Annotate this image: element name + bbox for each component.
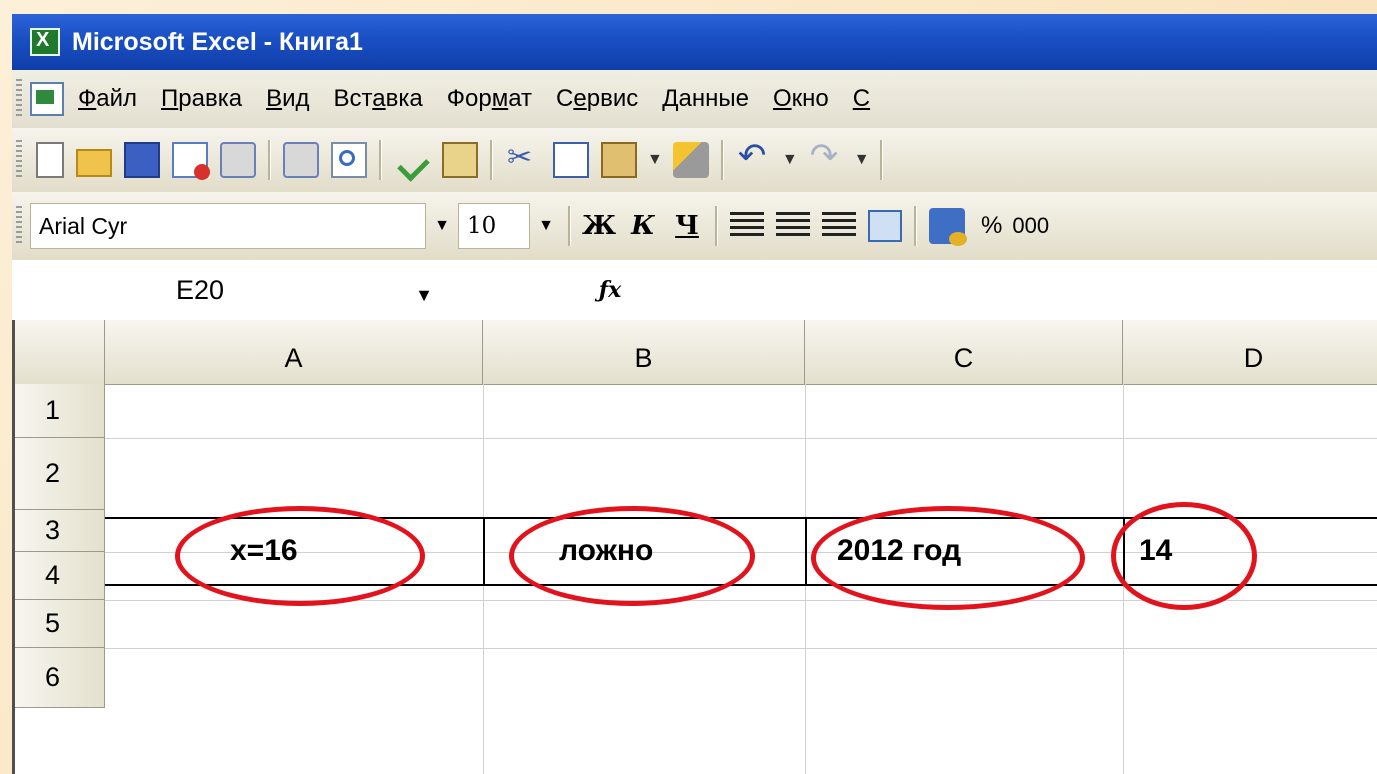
worksheet-grid: A B C D 1 2 3 4 5 6 x=16 ложно 2012 год …: [12, 320, 1377, 774]
grid-line: [105, 438, 1377, 439]
copy-icon[interactable]: [553, 142, 589, 178]
window-title: Microsoft Excel - Книга1: [72, 27, 363, 56]
size-dropdown-icon[interactable]: ▼: [530, 203, 562, 249]
menu-view[interactable]: Вид: [266, 85, 309, 113]
highlight-ellipse-a2: [175, 506, 425, 606]
toolbar-separator: [490, 140, 493, 180]
print-icon[interactable]: [220, 142, 256, 178]
font-size-value: 10: [467, 213, 497, 239]
toolbar-separator: [914, 206, 917, 246]
percent-button[interactable]: %: [981, 212, 1002, 240]
menu-insert[interactable]: Вставка: [334, 85, 423, 113]
row-header-5[interactable]: 5: [15, 600, 105, 648]
cut-icon[interactable]: [505, 140, 541, 178]
undo-dropdown-icon[interactable]: ▼: [782, 151, 798, 169]
highlight-ellipse-b2: [509, 506, 755, 606]
thousands-button[interactable]: 000: [1012, 213, 1049, 239]
toolbar-separator: [720, 140, 724, 180]
excel-window: Microsoft Excel - Книга1 Файл Правка Вид…: [12, 14, 1377, 774]
title-bar: Microsoft Excel - Книга1: [12, 14, 1377, 70]
menu-data[interactable]: Данные: [662, 85, 749, 113]
insert-function-icon[interactable]: ƒx: [580, 277, 640, 303]
formula-input[interactable]: [640, 261, 1377, 319]
select-all-corner[interactable]: [15, 320, 105, 384]
italic-button[interactable]: К: [621, 211, 665, 241]
align-center-icon[interactable]: [776, 212, 810, 240]
menu-file[interactable]: Файл: [78, 85, 137, 113]
currency-icon[interactable]: [929, 208, 967, 246]
merge-center-icon[interactable]: [868, 210, 902, 242]
toolbar-separator: [879, 140, 883, 180]
research-icon[interactable]: [442, 142, 478, 178]
column-header-c[interactable]: C: [805, 320, 1123, 384]
toolbar-grip[interactable]: [16, 206, 22, 246]
highlight-ellipse-d2: [1111, 502, 1257, 610]
print-icon[interactable]: [283, 142, 319, 178]
menu-tools[interactable]: Сервис: [556, 85, 638, 113]
toolbar-grip[interactable]: [16, 79, 22, 119]
cell-border: [805, 517, 807, 586]
open-icon[interactable]: [76, 149, 112, 177]
align-right-icon[interactable]: [822, 212, 856, 240]
formatting-toolbar: Arial Cyr ▼ 10 ▼ Ж К Ч % 000: [12, 192, 1377, 260]
toolbar-separator: [715, 206, 718, 246]
align-left-icon[interactable]: [730, 212, 764, 240]
font-dropdown-icon[interactable]: ▼: [426, 203, 458, 249]
undo-icon[interactable]: [736, 136, 772, 178]
font-size-combo[interactable]: 10: [458, 203, 530, 249]
standard-toolbar: ▼ ▼ ▼: [12, 128, 1377, 192]
toolbar-separator: [568, 206, 571, 246]
grid-line: [105, 648, 1377, 649]
name-box[interactable]: E20: [12, 260, 404, 320]
name-box-dropdown-icon[interactable]: ▼: [404, 285, 444, 306]
redo-dropdown-icon[interactable]: ▼: [854, 151, 870, 169]
font-name-combo[interactable]: Arial Cyr: [30, 203, 426, 249]
font-name-value: Arial Cyr: [39, 212, 128, 239]
column-header-d[interactable]: D: [1123, 320, 1377, 384]
toolbar-separator: [379, 140, 382, 180]
column-header-a[interactable]: A: [105, 320, 483, 384]
paste-dropdown-icon[interactable]: ▼: [647, 151, 663, 169]
redo-icon[interactable]: [808, 136, 844, 178]
formula-bar: E20 ▼ ƒx: [12, 260, 1377, 321]
menu-format[interactable]: Формат: [447, 85, 532, 113]
toolbar-grip[interactable]: [16, 140, 22, 180]
menu-window[interactable]: Окно: [773, 85, 829, 113]
paste-icon[interactable]: [601, 142, 637, 178]
save-icon[interactable]: [124, 142, 160, 178]
highlight-ellipse-c2: [811, 506, 1085, 610]
underline-button[interactable]: Ч: [665, 211, 709, 241]
toolbar-separator: [268, 140, 271, 180]
format-painter-icon[interactable]: [672, 142, 709, 178]
document-icon[interactable]: [30, 82, 64, 116]
row-header-2[interactable]: 2: [15, 438, 105, 510]
menu-edit[interactable]: Правка: [161, 85, 242, 113]
excel-app-icon[interactable]: [30, 28, 60, 56]
column-header-b[interactable]: B: [483, 320, 805, 384]
name-box-value: E20: [176, 274, 225, 305]
menu-help[interactable]: С: [853, 85, 870, 113]
spelling-icon[interactable]: [394, 142, 430, 178]
row-header-6[interactable]: 6: [15, 648, 105, 708]
bold-button[interactable]: Ж: [577, 211, 621, 241]
row-header-3[interactable]: 3: [15, 510, 105, 552]
print-preview-icon[interactable]: [331, 142, 367, 178]
new-icon[interactable]: [36, 142, 64, 178]
permission-icon[interactable]: [172, 142, 210, 180]
cell-border: [483, 517, 485, 586]
row-header-1[interactable]: 1: [15, 384, 105, 438]
row-header-4[interactable]: 4: [15, 552, 105, 600]
menu-bar: Файл Правка Вид Вставка Формат Сервис Да…: [12, 70, 1377, 128]
